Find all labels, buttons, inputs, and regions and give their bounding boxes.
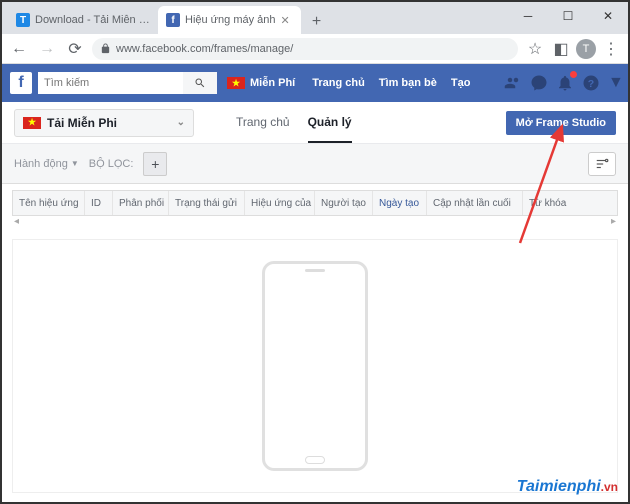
forward-button[interactable]: → <box>36 38 58 60</box>
col-id[interactable]: ID <box>85 191 113 215</box>
favicon-t-icon: T <box>16 13 30 27</box>
minimize-button[interactable]: ─ <box>508 2 548 30</box>
address-bar: ← → ⟳ www.facebook.com/frames/manage/ ☆ … <box>2 34 628 64</box>
notification-badge <box>570 71 577 78</box>
close-icon[interactable]: ✕ <box>281 14 293 26</box>
chevron-down-icon: ⌄ <box>177 117 185 128</box>
watermark-text: Taimienphi <box>517 478 601 495</box>
search-button[interactable] <box>183 72 217 94</box>
page-link-label: Miễn Phí <box>250 77 295 89</box>
phone-speaker <box>305 269 325 272</box>
page-link[interactable]: Miễn Phí <box>223 77 299 89</box>
rainbow-top-icon <box>269 278 361 348</box>
vn-flag-icon <box>23 117 41 129</box>
col-updated[interactable]: Cập nhật lần cuối <box>427 191 523 215</box>
dropdown-icon[interactable]: ▼ <box>608 74 620 92</box>
reload-button[interactable]: ⟳ <box>64 38 86 60</box>
tab-download[interactable]: T Download - Tải Miễn Phí VN - P <box>8 6 158 34</box>
content-tabs: Trang chủ Quản lý <box>236 103 352 143</box>
nav-friends[interactable]: Tìm bạn bè <box>372 77 444 89</box>
sort-icon <box>595 158 609 170</box>
fb-header: f Miễn Phí Trang chủ Tìm bạn bè Tạo ? ▼ <box>2 64 628 102</box>
maximize-button[interactable]: ☐ <box>548 2 588 30</box>
col-keywords[interactable]: Từ khóa <box>523 191 617 215</box>
col-status[interactable]: Trạng thái gửi <box>169 191 245 215</box>
table: Tên hiệu ứng ID Phân phối Trạng thái gửi… <box>2 184 628 227</box>
nav-create[interactable]: Tạo <box>444 77 478 89</box>
phone-screen <box>269 278 361 452</box>
menu-icon[interactable]: ⋮ <box>600 38 622 60</box>
page-name: Tải Miễn Phi <box>47 116 117 130</box>
col-created[interactable]: Ngày tạo <box>373 191 427 215</box>
fb-logo-icon[interactable]: f <box>10 72 32 94</box>
notifications-icon[interactable] <box>556 74 574 92</box>
watermark: Taimienphi.vn <box>517 478 618 496</box>
rainbow-bottom-icon <box>269 382 361 452</box>
fb-nav: Trang chủ Tìm bạn bè Tạo <box>305 77 477 89</box>
preview-panel <box>12 239 618 493</box>
browser-titlebar: T Download - Tải Miễn Phí VN - P f Hiệu … <box>2 2 628 34</box>
window-controls: ─ ☐ ✕ <box>508 2 628 30</box>
phone-home-button <box>305 456 325 464</box>
action-dropdown[interactable]: Hành động ▼ <box>14 158 79 170</box>
back-button[interactable]: ← <box>8 38 30 60</box>
star-icon[interactable]: ☆ <box>524 38 546 60</box>
extension-icon[interactable]: ◧ <box>550 38 572 60</box>
col-effect-of[interactable]: Hiệu ứng của <box>245 191 315 215</box>
url-text: www.facebook.com/frames/manage/ <box>116 43 293 55</box>
search-input[interactable] <box>38 72 183 94</box>
watermark-suffix: .vn <box>601 480 618 494</box>
tab-home[interactable]: Trang chủ <box>236 103 290 143</box>
col-creator[interactable]: Người tạo <box>315 191 373 215</box>
open-frame-studio-button[interactable]: Mở Frame Studio <box>506 111 616 135</box>
filter-label: BỘ LỌC: <box>89 158 134 170</box>
fb-search <box>38 72 217 94</box>
content-header: Tải Miễn Phi ⌄ Trang chủ Quản lý Mở Fram… <box>2 102 628 144</box>
tab-manage[interactable]: Quản lý <box>308 103 352 143</box>
help-icon[interactable]: ? <box>582 74 600 92</box>
add-filter-button[interactable]: + <box>143 152 167 176</box>
profile-avatar[interactable]: T <box>576 39 596 59</box>
chevron-down-icon: ▼ <box>71 159 79 168</box>
toolbar: Hành động ▼ BỘ LỌC: + <box>2 144 628 184</box>
vn-flag-icon <box>227 77 245 89</box>
nav-home[interactable]: Trang chủ <box>305 77 372 89</box>
phone-mockup <box>262 261 368 471</box>
messenger-icon[interactable] <box>530 74 548 92</box>
col-name[interactable]: Tên hiệu ứng <box>13 191 85 215</box>
search-icon <box>194 77 206 89</box>
tab-title: Hiệu ứng máy ảnh <box>185 14 276 26</box>
new-tab-button[interactable]: + <box>305 10 329 34</box>
fb-icons: ? ▼ <box>504 74 620 92</box>
svg-text:?: ? <box>588 78 594 90</box>
close-window-button[interactable]: ✕ <box>588 2 628 30</box>
sort-button[interactable] <box>588 152 616 176</box>
lock-icon <box>100 43 111 54</box>
scroll-indicator: ◂▸ <box>12 216 618 227</box>
favicon-fb-icon: f <box>166 13 180 27</box>
col-dist[interactable]: Phân phối <box>113 191 169 215</box>
page-selector[interactable]: Tải Miễn Phi ⌄ <box>14 109 194 137</box>
url-field[interactable]: www.facebook.com/frames/manage/ <box>92 38 518 60</box>
table-header: Tên hiệu ứng ID Phân phối Trạng thái gửi… <box>12 190 618 216</box>
tab-facebook-frames[interactable]: f Hiệu ứng máy ảnh ✕ <box>158 6 301 34</box>
friends-icon[interactable] <box>504 74 522 92</box>
tab-title: Download - Tải Miễn Phí VN - P <box>35 14 150 26</box>
